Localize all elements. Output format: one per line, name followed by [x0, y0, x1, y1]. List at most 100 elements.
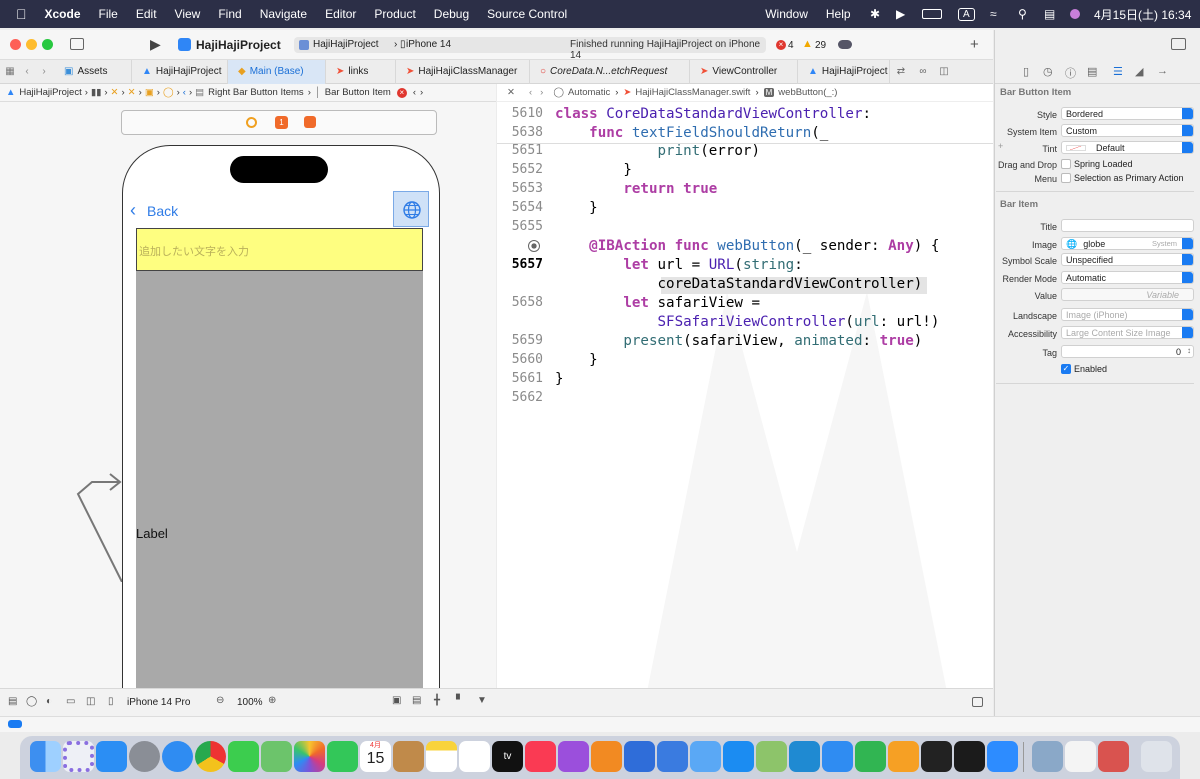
scheme-name[interactable]: HajiHajiProject: [313, 39, 379, 50]
maps-icon[interactable]: [261, 741, 292, 772]
line-number[interactable]: 5638: [497, 125, 543, 140]
keynote-icon[interactable]: [822, 741, 853, 772]
books-icon[interactable]: [591, 741, 622, 772]
facetime-icon[interactable]: [327, 741, 358, 772]
podcasts-icon[interactable]: [558, 741, 589, 772]
dark-mode-icon[interactable]: ◐: [46, 696, 52, 707]
error-count[interactable]: 4: [788, 40, 794, 51]
size-icon[interactable]: ◢: [1135, 65, 1143, 78]
warning-icon[interactable]: ▲: [802, 38, 813, 50]
enabled-checkbox[interactable]: ✓: [1061, 364, 1071, 374]
menu-file[interactable]: File: [99, 7, 118, 21]
appletv-icon[interactable]: tv: [492, 741, 523, 772]
mail-icon[interactable]: [96, 741, 127, 772]
split-editor-icon[interactable]: ◫: [934, 66, 954, 77]
zoom-app-icon[interactable]: [987, 741, 1018, 772]
line-number[interactable]: 5655: [497, 219, 543, 234]
code-line[interactable]: coreDataStandardViewController): [497, 276, 993, 295]
symbol-scale-popup[interactable]: Unspecified: [1061, 253, 1194, 266]
text-field[interactable]: 追加したい文字を入力: [136, 228, 423, 271]
menu-editor[interactable]: Editor: [325, 7, 356, 21]
appearance-icon[interactable]: ◯: [26, 696, 37, 707]
finder-icon[interactable]: [30, 741, 61, 772]
folder-icon[interactable]: ▮▮: [91, 87, 101, 98]
view-controller-icon[interactable]: [246, 117, 257, 128]
ibaction-connection-icon[interactable]: [528, 240, 540, 252]
phone-icon[interactable]: ▯: [108, 696, 114, 707]
menu-help[interactable]: Help: [826, 7, 851, 21]
first-responder-icon[interactable]: 1: [275, 116, 288, 129]
code-editor[interactable]: 5610 class CoreDataStandardViewController…: [497, 102, 993, 688]
line-number[interactable]: 5657: [497, 257, 543, 272]
simulator-icon[interactable]: [657, 741, 688, 772]
toolbar-project-name[interactable]: HajiHajiProject: [196, 38, 281, 52]
code-text[interactable]: SFSafariViewController(url: url!): [555, 314, 940, 330]
grid-icon[interactable]: ▦: [0, 66, 20, 77]
outline-toggle-icon[interactable]: ▤: [8, 696, 17, 707]
connections-icon[interactable]: →: [1157, 65, 1168, 77]
zoom-window-button[interactable]: [42, 39, 53, 50]
storyboard-icon[interactable]: ✕: [111, 87, 119, 98]
items-icon[interactable]: ▤: [195, 87, 204, 98]
navigator-toggle-icon[interactable]: [70, 38, 84, 50]
terminal-icon[interactable]: [954, 741, 985, 772]
menu-view[interactable]: View: [175, 7, 201, 21]
tag-field[interactable]: 0 ↕: [1061, 345, 1194, 358]
align-icon[interactable]: ╋: [434, 695, 440, 706]
storyboard-canvas[interactable]: 1 ‹ Back 追加したい文字を入力 Label: [0, 102, 496, 688]
input-mode-indicator[interactable]: A: [958, 7, 975, 21]
tab-assets[interactable]: ▣ Assets: [54, 59, 132, 84]
notes-app-icon[interactable]: [393, 741, 424, 772]
search-icon[interactable]: ⚲: [1018, 7, 1027, 21]
controller-icon[interactable]: ◯: [163, 87, 174, 98]
zoom-in-icon[interactable]: ⊕: [268, 695, 276, 706]
back-button-label[interactable]: Back: [147, 203, 178, 219]
code-text[interactable]: print(error): [555, 143, 761, 159]
apple-icon[interactable]: : [16, 6, 27, 22]
bar-item-icon[interactable]: │: [315, 87, 321, 98]
render-mode-popup[interactable]: Automatic: [1061, 271, 1194, 284]
numbers-icon[interactable]: [855, 741, 886, 772]
code-line[interactable]: 5653 return true: [497, 181, 993, 200]
exit-icon[interactable]: [304, 116, 316, 128]
minimap-toggle-icon[interactable]: [972, 697, 983, 707]
code-text[interactable]: let url = URL(string:: [555, 257, 802, 273]
add-constraints-icon[interactable]: ▘: [456, 695, 464, 706]
reminders-icon[interactable]: [459, 741, 490, 772]
menu-navigate[interactable]: Navigate: [260, 7, 307, 21]
scheme-selector[interactable]: HajiHajiProject › ▯ iPhone 14 Finished r…: [294, 37, 766, 61]
resolve-issues-icon[interactable]: ▼: [477, 695, 487, 706]
bluetooth-icon[interactable]: ✱: [870, 7, 880, 21]
code-text[interactable]: class CoreDataStandardViewController:: [555, 106, 871, 122]
storyboard-icon[interactable]: ✕: [128, 87, 136, 98]
vscode-icon[interactable]: [789, 741, 820, 772]
code-line[interactable]: 5658 let safariView =: [497, 295, 993, 314]
code-line[interactable]: 5662: [497, 390, 993, 409]
menu-clock[interactable]: 4月15日(土) 16:34: [1094, 6, 1191, 23]
music-icon[interactable]: [525, 741, 556, 772]
battery-icon[interactable]: [922, 9, 942, 19]
device-frame-icon[interactable]: ◫: [86, 696, 95, 707]
input-method-icon[interactable]: [1098, 741, 1129, 772]
siri-icon[interactable]: [1070, 9, 1080, 19]
line-number[interactable]: 5662: [497, 390, 543, 405]
back-icon[interactable]: ‹: [20, 66, 34, 77]
link-icon[interactable]: ∞: [912, 66, 934, 77]
code-text[interactable]: }: [555, 200, 598, 216]
line-number[interactable]: 5651: [497, 143, 543, 158]
code-text[interactable]: present(safariView, animated: true): [555, 333, 922, 349]
line-number[interactable]: 5661: [497, 371, 543, 386]
calendar-icon[interactable]: 4月 15: [360, 741, 391, 772]
sticky-code-line[interactable]: 5638 func textFieldShouldReturn(_: [497, 125, 993, 144]
inspector-toggle-icon[interactable]: [1171, 38, 1186, 50]
sticky-code-line[interactable]: 5610 class CoreDataStandardViewController…: [497, 106, 993, 125]
content-view[interactable]: Label: [136, 271, 423, 688]
code-text[interactable]: coreDataStandardViewController): [555, 276, 922, 292]
line-number[interactable]: 5659: [497, 333, 543, 348]
line-number[interactable]: 5653: [497, 181, 543, 196]
menu-app-name[interactable]: Xcode: [45, 7, 81, 21]
tab-links[interactable]: ➤ links: [326, 59, 396, 84]
minimize-window-button[interactable]: [26, 39, 37, 50]
nav-item-icon[interactable]: ‹: [183, 87, 186, 98]
code-line[interactable]: 5651 print(error): [497, 143, 993, 162]
